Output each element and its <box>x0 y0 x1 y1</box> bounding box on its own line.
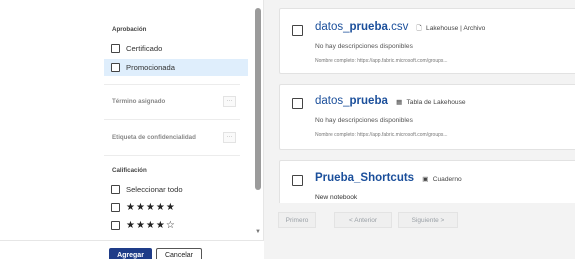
option-label: Certificado <box>126 44 163 53</box>
divider <box>104 84 240 85</box>
checkbox[interactable] <box>111 203 120 212</box>
result-description: No hay descripciones disponibles <box>315 43 413 50</box>
scrollbar-thumb[interactable] <box>255 8 261 190</box>
divider <box>104 119 240 120</box>
search-dialog: Aprobación Certificado Promocionada Térm… <box>0 0 575 259</box>
rating-five-stars[interactable]: ★★★★★ <box>104 199 248 216</box>
result-title[interactable]: datos_prueba.csv 🗋 Lakehouse | Archivo <box>315 21 485 35</box>
stars-icon: ★★★★☆ <box>126 220 176 231</box>
checkbox[interactable] <box>111 44 120 53</box>
rating-four-stars[interactable]: ★★★★☆ <box>104 217 248 234</box>
add-button[interactable]: Agregar <box>109 248 152 259</box>
checkbox[interactable] <box>111 63 120 72</box>
notebook-icon: ▣ <box>422 176 429 183</box>
result-full-name: Nombre completo: https://app.fabric.micr… <box>315 58 448 64</box>
rating-title: Calificación <box>112 167 147 174</box>
sensitivity-title: Etiqueta de confidencialidad <box>112 134 196 141</box>
first-page-button[interactable]: Primero <box>278 212 316 228</box>
checkbox[interactable] <box>111 221 120 230</box>
file-icon: 🗋 <box>416 25 422 32</box>
next-page-button[interactable]: Siguiente > <box>398 212 458 228</box>
result-type: Cuaderno <box>432 176 462 183</box>
result-type: Lakehouse | Archivo <box>426 25 486 32</box>
approval-option-promoted[interactable]: Promocionada <box>104 59 248 76</box>
result-checkbox[interactable] <box>292 25 303 36</box>
checkbox[interactable] <box>111 185 120 194</box>
rating-select-all[interactable]: Seleccionar todo <box>104 181 248 198</box>
option-label: Promocionada <box>126 63 175 72</box>
stars-icon: ★★★★★ <box>126 202 176 213</box>
result-type: Tabla de Lakehouse <box>406 99 466 106</box>
result-description: No hay descripciones disponibles <box>315 117 413 124</box>
result-card[interactable]: datos_prueba ▦ Tabla de Lakehouse No hay… <box>279 84 575 150</box>
result-card[interactable]: datos_prueba.csv 🗋 Lakehouse | Archivo N… <box>279 8 575 74</box>
approval-option-certified[interactable]: Certificado <box>104 40 248 57</box>
filter-scroll-area: Aprobación Certificado Promocionada Térm… <box>0 0 250 240</box>
result-description: New notebook <box>315 194 358 201</box>
divider <box>104 155 240 156</box>
cancel-button[interactable]: Cancelar <box>156 248 202 259</box>
option-label: Seleccionar todo <box>126 185 183 194</box>
filter-scrollbar[interactable]: ▼ <box>254 4 262 239</box>
approval-title: Aprobación <box>112 26 147 33</box>
table-icon: ▦ <box>396 99 403 106</box>
assigned-term-more-button[interactable]: ··· <box>223 96 236 107</box>
result-title[interactable]: Prueba_Shortcuts ▣ Cuaderno <box>315 172 462 184</box>
previous-page-button[interactable]: < Anterior <box>334 212 392 228</box>
sensitivity-more-button[interactable]: ··· <box>223 132 236 143</box>
pagination: Primero < Anterior Siguiente > <box>266 203 575 233</box>
result-checkbox[interactable] <box>292 175 303 186</box>
result-checkbox[interactable] <box>292 98 303 109</box>
result-full-name: Nombre completo: https://app.fabric.micr… <box>315 132 448 138</box>
assigned-term-title: Término asignado <box>112 98 166 105</box>
filter-panel: Aprobación Certificado Promocionada Térm… <box>0 0 264 259</box>
scroll-down-icon[interactable]: ▼ <box>254 229 262 235</box>
result-title[interactable]: datos_prueba ▦ Tabla de Lakehouse <box>315 95 466 107</box>
